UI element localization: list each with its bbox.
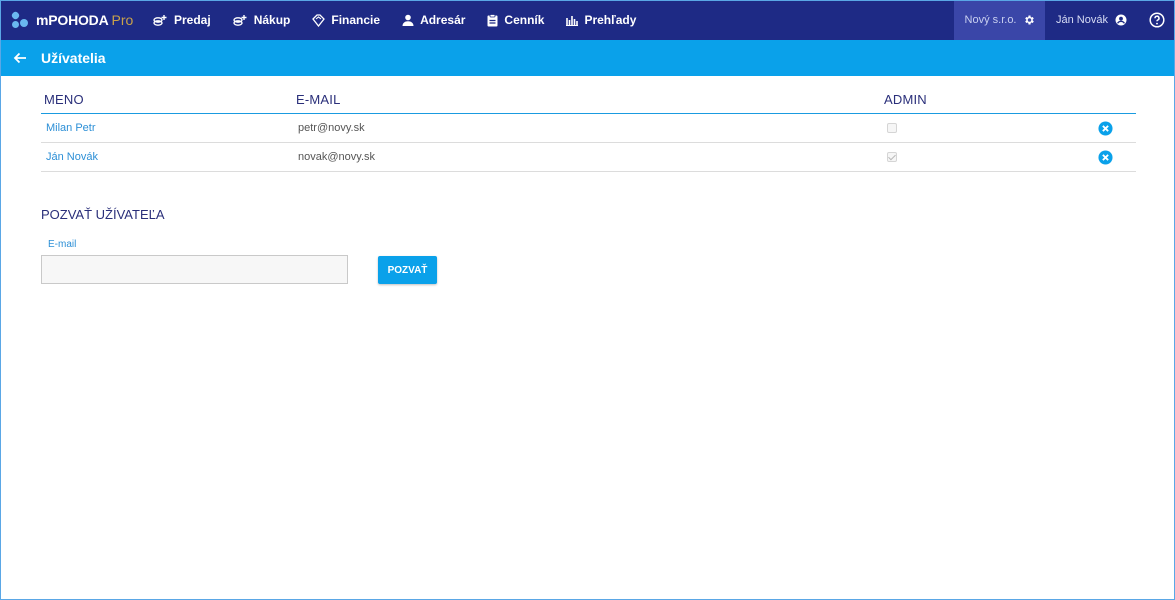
bar-chart-icon [566,15,579,26]
account-circle-icon [1115,14,1127,26]
admin-checkbox[interactable] [887,152,897,162]
user-name-link[interactable]: Ján Novák [41,151,295,163]
user-name: Ján Novák [1056,14,1108,26]
help-button[interactable] [1139,0,1175,40]
app-brand-name: mPOHODA [36,12,109,28]
users-table: MENO E-MAIL ADMIN Milan Petr petr@novy.s… [41,86,1136,172]
app-logo[interactable]: mPOHODA Pro [0,10,142,30]
nav-label-adresar: Adresár [420,13,466,27]
admin-cell [886,123,1086,133]
invite-button[interactable]: POZVAŤ [378,256,437,284]
remove-user-icon[interactable] [1098,120,1113,136]
invite-section-title: POZVAŤ UŽÍVATEĽA [41,207,165,222]
column-header-email[interactable]: E-MAIL [293,92,884,107]
pohoda-logo-icon [10,10,31,30]
nav-label-nakup: Nákup [253,13,291,27]
arrow-left-icon [13,52,26,64]
app-brand-suffix: Pro [111,12,134,28]
nav-item-nakup[interactable]: Nákup [222,0,302,40]
admin-cell [886,152,1086,162]
sales-icon [153,14,167,26]
nav-item-adresar[interactable]: Adresár [391,0,476,40]
purchase-icon [232,14,247,26]
table-row: Milan Petr petr@novy.sk [41,114,1136,143]
user-email: novak@novy.sk [298,151,375,163]
page-header: Užívatelia [0,40,1175,76]
user-email: petr@novy.sk [298,122,365,134]
person-icon [402,14,414,26]
top-bar-right: Nový s.r.o. Ján Novák [954,0,1175,40]
nav-item-prehlady[interactable]: Prehľady [555,0,647,40]
table-header: MENO E-MAIL ADMIN [41,86,1136,114]
company-name: Nový s.r.o. [964,14,1017,26]
top-navigation-bar: mPOHODA Pro Predaj Nákup Financie Adresá… [0,0,1175,40]
email-field-label: E-mail [48,239,77,250]
user-name-link[interactable]: Milan Petr [41,122,295,134]
page-title: Užívatelia [41,50,106,66]
nav-item-financie[interactable]: Financie [301,0,391,40]
remove-user-icon[interactable] [1098,149,1113,165]
nav-label-predaj: Predaj [174,13,211,27]
user-menu[interactable]: Ján Novák [1045,0,1139,40]
invite-email-input[interactable] [41,255,348,284]
column-header-name[interactable]: MENO [41,92,293,107]
clipboard-icon [487,13,498,26]
column-header-admin[interactable]: ADMIN [884,92,1084,107]
nav-item-predaj[interactable]: Predaj [142,0,222,40]
table-row: Ján Novák novak@novy.sk [41,143,1136,172]
company-selector[interactable]: Nový s.r.o. [954,0,1046,40]
main-nav: Predaj Nákup Financie Adresár Cenník Pre… [142,0,647,40]
nav-item-cennik[interactable]: Cenník [476,0,555,40]
nav-label-financie: Financie [331,13,381,27]
admin-checkbox[interactable] [887,123,897,133]
gear-icon [1024,15,1034,25]
help-icon [1149,12,1165,28]
nav-label-prehlady: Prehľady [584,13,637,27]
back-button[interactable] [0,40,40,76]
nav-label-cennik: Cenník [504,13,545,27]
finance-icon [312,13,326,27]
